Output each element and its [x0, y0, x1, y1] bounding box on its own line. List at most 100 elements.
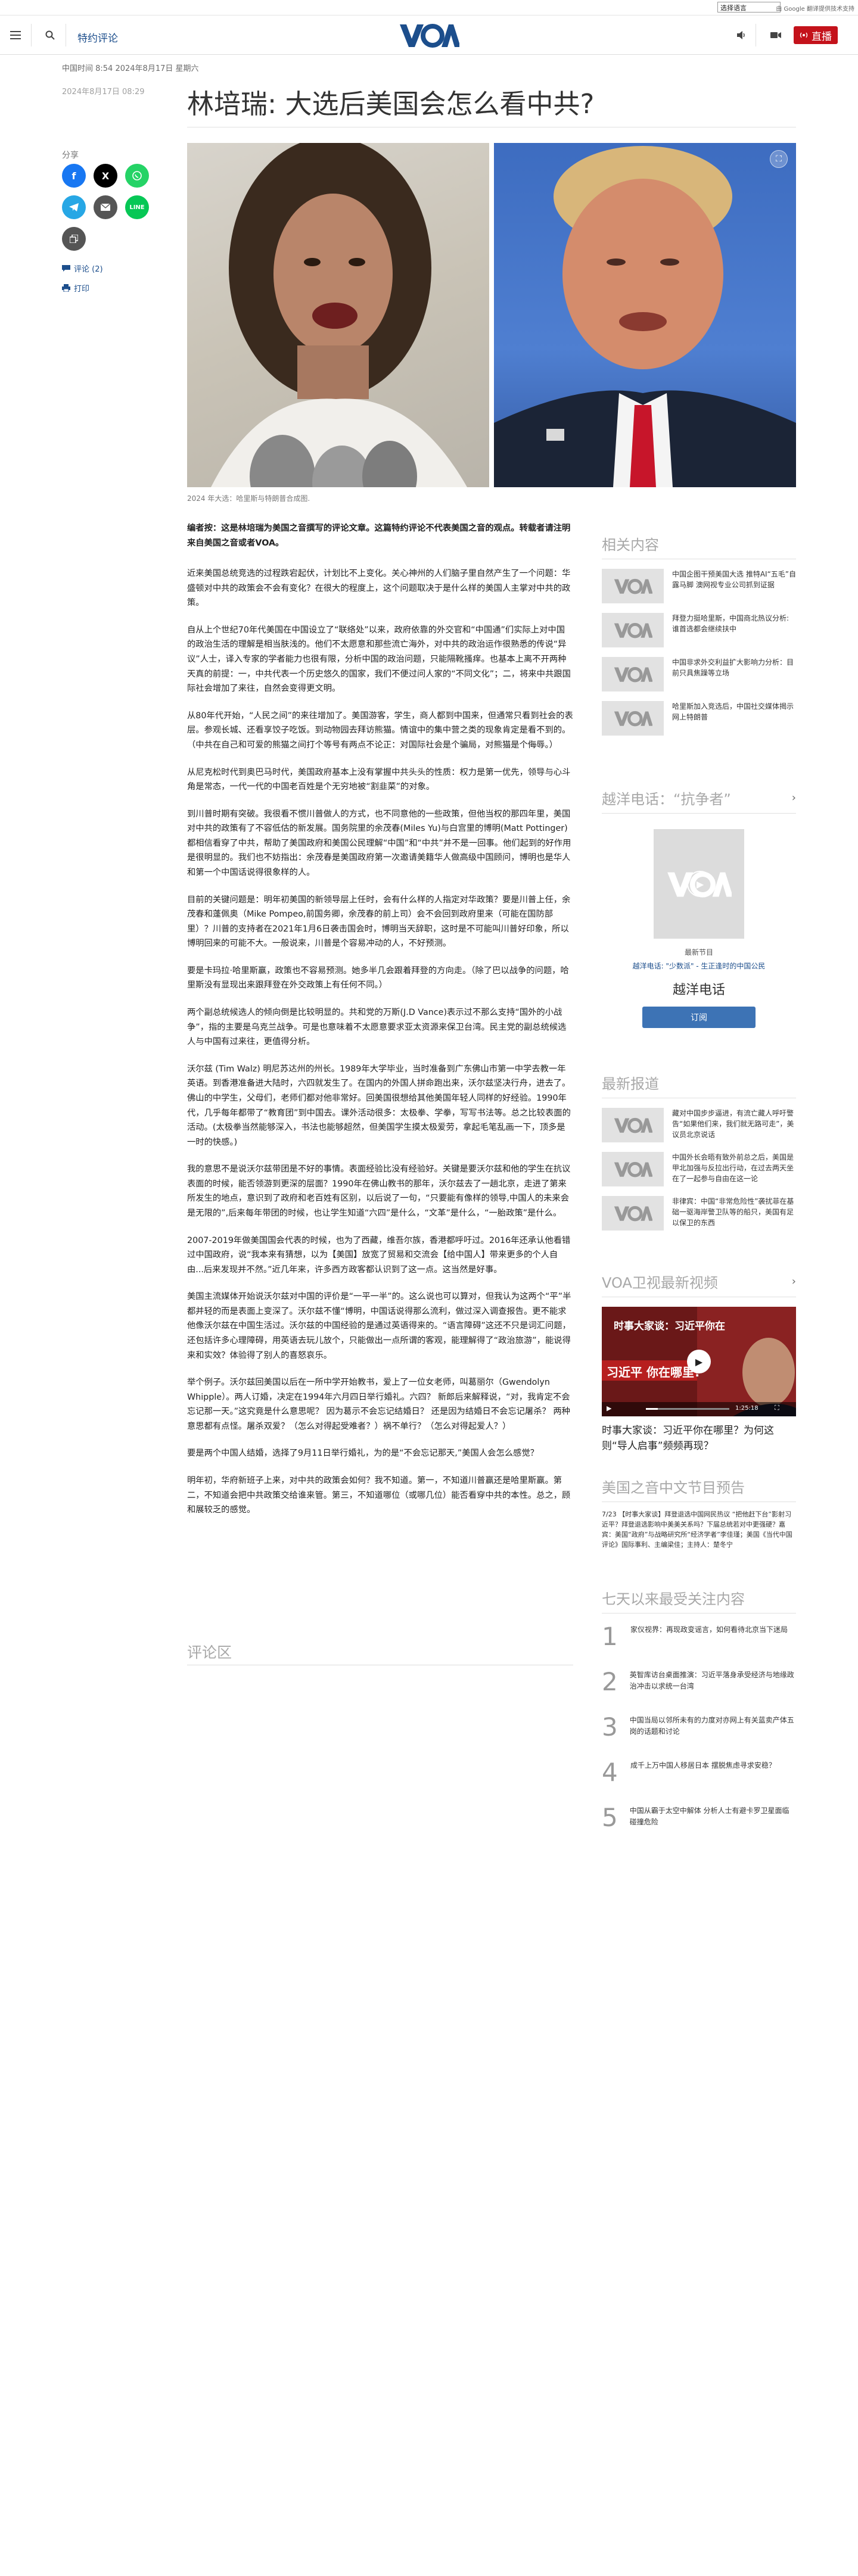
voa-thumb-icon [602, 613, 664, 647]
related-title: 中国非求外交利益扩大影响力分析：目前只具焦躁等立场 [672, 658, 794, 677]
voa-thumb-icon [602, 657, 664, 691]
search-icon[interactable] [43, 28, 57, 42]
telegram-share-icon[interactable] [62, 195, 86, 219]
related-title: 中国企图干预美国大选 推特AI“五毛”自露马脚 澳网视专业公司抓到证据 [672, 570, 796, 589]
share-label: 分享 [62, 151, 79, 160]
photo-caption: 2024 年大选：哈里斯与特朗普合成图. [187, 494, 310, 503]
live-button[interactable]: 直播 [794, 26, 838, 44]
article-paragraph: 美国主流媒体开始说沃尔兹对中国的评价是“一平一半”的。这么说也可以算对，但我认为… [187, 1292, 571, 1360]
popular-item[interactable]: 3 中国当局以邻所未有的力度对亦网上有关蓝卖产体五岗的话题和讨论 [602, 1715, 796, 1749]
article-paragraph: 近来美国总统竞选的过程跌宕起伏，计划比不上变化。关心神州的人们脑子里自然产生了一… [187, 569, 571, 608]
video-time: 1:25:18 [735, 1405, 758, 1412]
video-caption[interactable]: 时事大家谈：习近平你在哪里？为何这则“导人启事”频频再现？ [602, 1424, 796, 1454]
podcast-episode-link[interactable]: 越洋电话: "少数派" - 生正逢时的中国公民 [602, 961, 796, 971]
podcast-widget: 越洋电话：“抗争者” › ▶ 最新节目 越洋电话: "少数派" - 生正逢时的中国… [602, 787, 796, 1028]
voa-thumb-icon [602, 1108, 664, 1142]
related-item[interactable]: 哈里斯加入竞选后，中国社交媒体揭示网上特朗普 [602, 701, 796, 736]
article-paragraph: 沃尔兹 (Tim Walz) 明尼苏达州的州长。1989年大学毕业，当时准备到广… [187, 1064, 571, 1147]
related-item[interactable]: 中国非求外交利益扩大影响力分析：目前只具焦躁等立场 [602, 657, 796, 691]
related-item[interactable]: 拜登力挺哈里斯，中国商北热议分析:谁首选都会继续扶中 [602, 613, 796, 647]
voa-thumb-icon [602, 701, 664, 736]
article-paragraph: 要是卡玛拉·哈里斯赢，政策也不容易预测。她多半几会跟着拜登的方向走。（除了巴以战… [187, 965, 569, 990]
facebook-share-icon[interactable]: f [62, 164, 86, 188]
tv-video-widget: VOA卫视最新视频 › 时事大家谈：习近平你在 习近平 你在哪里? ▶ ▶ 1:2… [602, 1271, 796, 1454]
audio-icon[interactable] [734, 28, 748, 42]
header-divider [31, 24, 32, 46]
latest-news: 最新报道 藏对中国步步逼进，有流亡藏人呼吁警告“如果他们来，我们就无路可走”，美… [602, 1072, 796, 1231]
popular-item[interactable]: 1 家仪视界：再现政变谣言，如何看待北京当下迷局 [602, 1624, 796, 1659]
line-share-icon[interactable]: LINE [125, 195, 149, 219]
popular-item[interactable]: 4 成千上万中国人移居日本 摆脱焦虑寻求安稳？ [602, 1760, 796, 1795]
chevron-right-icon: › [791, 1275, 796, 1288]
article-paragraph: 要是两个中国人结婚，选择了9月11日举行婚礼，为的是“不会忘记那天,”美国人会怎… [187, 1449, 539, 1459]
video-icon[interactable] [769, 28, 783, 42]
schedule-heading: 美国之音中文节目预告 [602, 1476, 796, 1502]
voa-thumb-icon [602, 1152, 664, 1186]
popular-item[interactable]: 2 英智库访台桌面推演：习近平落身承受经济与地缘政治冲击以求统一台湾 [602, 1669, 796, 1704]
live-broadcast-icon [800, 32, 808, 38]
chevron-right-icon: › [791, 792, 796, 804]
podcast-kicker: 最新节目 [684, 948, 713, 957]
related-heading: 相关内容 [602, 533, 796, 559]
video-overlay-title: 时事大家谈：习近平你在 [614, 1320, 725, 1332]
comments-link[interactable]: 评论 (2) [62, 263, 103, 274]
language-select[interactable]: 选择语言 [717, 2, 781, 13]
latest-item[interactable]: 藏对中国步步逼进，有流亡藏人呼吁警告“如果他们来，我们就无路可走”，美议员北京说… [602, 1108, 796, 1142]
rank-number: 1 [602, 1622, 618, 1651]
fullscreen-icon[interactable]: ⛶ [775, 1404, 779, 1412]
podcast-title: 越洋电话 [672, 983, 725, 998]
video-play-icon[interactable]: ▶ [687, 1350, 711, 1373]
print-link-label: 打印 [74, 285, 90, 294]
schedule-item[interactable]: 7/23 【时事大家谈】拜登退选中国网民热议 “把他赶下台”影射习近平？拜登退选… [602, 1509, 796, 1550]
most-popular: 七天以来最受关注内容 1 家仪视界：再现政变谣言，如何看待北京当下迷局 2 英智… [602, 1587, 796, 1840]
voa-thumb-icon [602, 569, 664, 603]
copy-link-icon[interactable] [62, 227, 86, 251]
expand-icon[interactable]: ⛶ [770, 150, 788, 168]
popular-heading: 七天以来最受关注内容 [602, 1587, 796, 1613]
latest-item[interactable]: 中国外长会晤有致外前总之后，美国是甲北加强与反拉出行动，在过去两天坐在了一起参与… [602, 1152, 796, 1186]
comment-icon [62, 264, 70, 272]
latest-item[interactable]: 非律宾：中国“非常危险性”袭扰菲在基础一驱海岸警卫队等的船只，美国有足以保卫的东… [602, 1196, 796, 1231]
podcast-cover[interactable]: ▶ [654, 829, 744, 939]
related-item[interactable]: 中国企图干预美国大选 推特AI“五毛”自露马脚 澳网视专业公司抓到证据 [602, 569, 796, 603]
podcast-heading[interactable]: 越洋电话：“抗争者” › [602, 787, 796, 814]
whatsapp-share-icon[interactable] [125, 164, 149, 188]
video-player[interactable]: 时事大家谈：习近平你在 习近平 你在哪里? ▶ ▶ 1:25:18 ⛶ [602, 1307, 796, 1416]
popular-title: 家仪视界：再现政变谣言，如何看待北京当下迷局 [630, 1625, 788, 1634]
editor-note: 编者按：这是林培瑞为美国之音撰写的评论文章。这篇特约评论不代表美国之音的观点。转… [187, 524, 571, 548]
site-header: 特约评论 直播 [0, 15, 858, 55]
tv-heading[interactable]: VOA卫视最新视频 › [602, 1271, 796, 1297]
related-content: 相关内容 中国企图干预美国大选 推特AI“五毛”自露马脚 澳网视专业公司抓到证据… [602, 533, 796, 736]
article-hero-image[interactable]: ⛶ [187, 143, 796, 487]
x-share-icon[interactable]: X [94, 164, 117, 188]
rank-number: 5 [602, 1803, 618, 1832]
rank-number: 2 [602, 1667, 618, 1696]
top-utility-bar: 选择语言 由 Google 翻译提供技术支持 [0, 0, 858, 15]
comments-heading: 评论区 [187, 1644, 232, 1661]
dateline: 中国时间 8:54 2024年8月17日 星期六 [62, 64, 199, 73]
menu-icon[interactable] [8, 28, 23, 42]
email-share-icon[interactable] [94, 195, 117, 219]
print-link[interactable]: 打印 [62, 282, 89, 294]
article-paragraph: 2007-2019年做美国国会代表的时候，也为了西藏，维吾尔族，香港都呼吁过。2… [187, 1235, 571, 1275]
article-title: 林培瑞: 大选后美国会怎么看中共? [187, 88, 595, 120]
latest-heading: 最新报道 [602, 1072, 796, 1098]
rank-number: 4 [602, 1758, 618, 1787]
published-time: 2024年8月17日 08:29 [62, 88, 145, 96]
subscribe-button[interactable]: 订阅 [642, 1007, 756, 1028]
voa-logo[interactable] [398, 21, 460, 49]
rank-number: 3 [602, 1712, 618, 1742]
section-link-special-commentary[interactable]: 特约评论 [77, 30, 118, 45]
latest-title: 藏对中国步步逼进，有流亡藏人呼吁警告“如果他们来，我们就无路可走”，美议员北京说… [672, 1109, 794, 1139]
article-paragraph: 两个副总统候选人的倾向倒是比较明显的。共和党的万斯(J.D Vance)表示过不… [187, 1008, 567, 1047]
popular-item[interactable]: 5 中国从霸于太空中解体 分析人士有避卡罗卫星面临碰撞危险 [602, 1805, 796, 1840]
live-label: 直播 [812, 30, 832, 43]
voa-thumb-icon [602, 1196, 664, 1231]
program-schedule: 美国之音中文节目预告 7/23 【时事大家谈】拜登退选中国网民热议 “把他赶下台… [602, 1476, 796, 1550]
article-paragraph: 从80年代开始，“人民之间”的来往增加了。美国游客，学生，商人都到中国来，但通常… [187, 711, 573, 750]
play-icon[interactable]: ▶ [687, 871, 713, 897]
latest-title: 非律宾：中国“非常危险性”袭扰菲在基础一驱海岸警卫队等的船只，美国有足以保卫的东… [672, 1197, 794, 1227]
print-icon [62, 284, 70, 292]
translate-attribution: 由 Google 翻译提供技术支持 [776, 6, 854, 13]
video-control-play-icon[interactable]: ▶ [607, 1404, 611, 1412]
